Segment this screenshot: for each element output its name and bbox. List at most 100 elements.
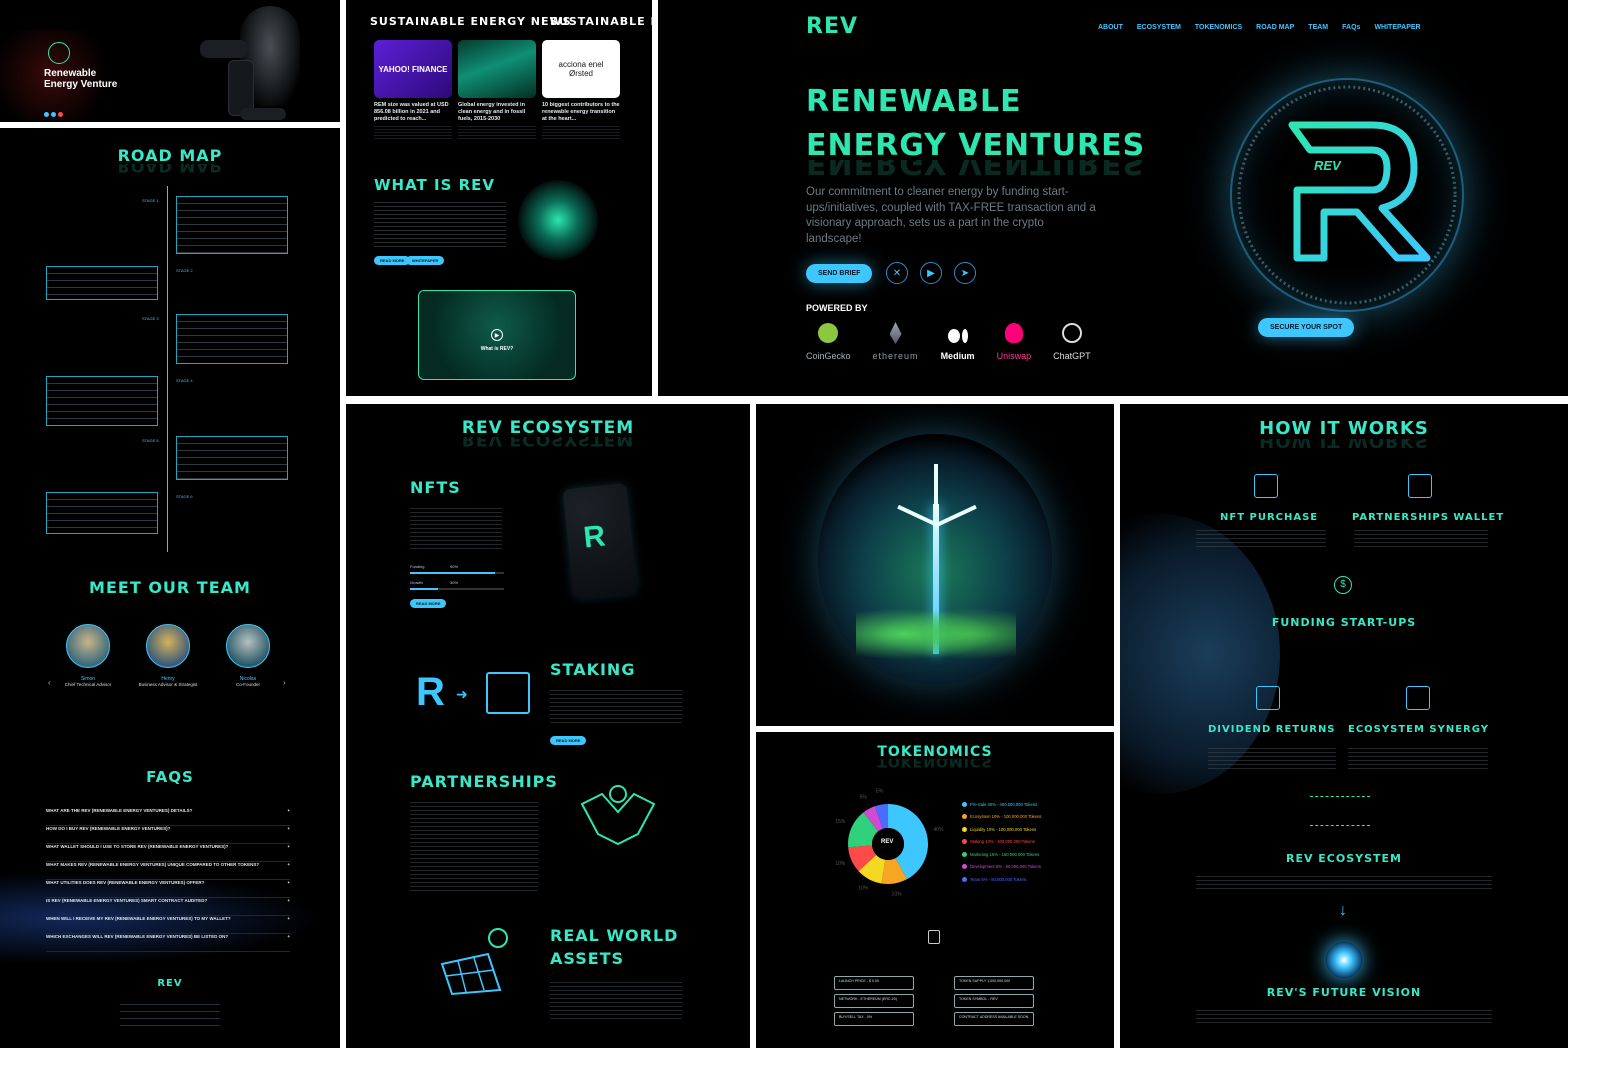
team-next-arrow[interactable]: › xyxy=(283,678,286,687)
mini-social-icons[interactable] xyxy=(44,112,63,117)
plus-icon[interactable]: + xyxy=(287,916,290,933)
plus-icon[interactable]: + xyxy=(287,934,290,951)
member-role: Chief Technical Advisor xyxy=(64,682,112,687)
nav-ecosystem[interactable]: ECOSYSTEM xyxy=(1137,24,1181,31)
nav-team[interactable]: TEAM xyxy=(1308,24,1328,31)
main-nav: ABOUT ECOSYSTEM TOKENOMICS ROAD MAP TEAM… xyxy=(1098,24,1421,31)
video-thumbnail[interactable]: ▶ What is REV? xyxy=(418,290,576,380)
send-brief-button[interactable]: SEND BRIEF xyxy=(806,264,873,283)
plus-icon[interactable]: + xyxy=(287,880,290,897)
ethereum-icon xyxy=(889,322,902,344)
rev-emblem: REV xyxy=(1232,80,1462,310)
mini-hero-title-1: Renewable xyxy=(44,68,97,79)
faq-item[interactable]: WHAT MAKES REV (RENEWABLE ENERGY VENTURE… xyxy=(46,862,290,880)
synergy-icon xyxy=(1406,686,1430,710)
stage-label: STAGE 2 xyxy=(176,268,193,273)
read-more-button[interactable]: READ MORE xyxy=(374,256,411,265)
funding-pct: 90% xyxy=(450,564,459,569)
faq-item[interactable]: WHEN WILL I RECEIVE MY REV (RENEWABLE EN… xyxy=(46,916,290,934)
nft-card: R xyxy=(562,482,638,600)
play-icon[interactable]: ▶ xyxy=(491,329,503,341)
uniswap-icon xyxy=(1004,323,1023,343)
secure-spot-button[interactable]: SECURE YOUR SPOT xyxy=(1258,318,1355,337)
telegram-icon[interactable]: ➤ xyxy=(954,262,976,284)
nav-about[interactable]: ABOUT xyxy=(1098,24,1123,31)
news-card[interactable]: acciona enel Ørsted 10 biggest contribut… xyxy=(542,40,620,141)
growth-pct: 30% xyxy=(450,580,459,585)
plus-icon[interactable]: + xyxy=(287,898,290,915)
pie-slice-label: 40% xyxy=(933,827,944,833)
nfts-body xyxy=(410,508,502,552)
legend-swatch xyxy=(962,814,967,820)
nav-roadmap[interactable]: ROAD MAP xyxy=(1256,24,1294,31)
info-box: TOKEN SUPPLY 1,000,000,000 xyxy=(954,976,1034,990)
handshake-icon xyxy=(578,784,658,854)
partner-uniswap[interactable]: Uniswap xyxy=(997,351,1032,361)
dividend-title: DIVIDEND RETURNS xyxy=(1208,724,1336,735)
info-box: TOKEN SYMBOL - REV xyxy=(954,994,1034,1008)
whitepaper-button[interactable]: WHITEPAPER xyxy=(406,256,445,265)
faq-item[interactable]: WHICH EXCHANGES WILL REV (RENEWABLE ENER… xyxy=(46,934,290,952)
team-prev-arrow[interactable]: ‹ xyxy=(48,678,51,687)
yahoo-image: YAHOO! FINANCE xyxy=(374,40,452,98)
partner-coingecko[interactable]: CoinGecko xyxy=(806,351,851,361)
mini-profile-card xyxy=(200,40,248,58)
news-card[interactable]: Global energy invested in clean energy a… xyxy=(458,40,536,141)
faq-item[interactable]: WHAT UTILITIES DOES REV (RENEWABLE ENERG… xyxy=(46,880,290,898)
partner-medium[interactable]: Medium xyxy=(941,351,975,361)
faq-item[interactable]: WHAT ARE THE REV (RENEWABLE ENERGY VENTU… xyxy=(46,808,290,826)
plus-icon[interactable]: + xyxy=(287,862,290,879)
growth-label: Growth xyxy=(410,580,423,585)
info-box: NETWORK - ETHEREUM (ERC-20) xyxy=(834,994,914,1008)
info-box: BUY/SELL TAX - 0% xyxy=(834,1012,914,1026)
nfts-read-more-button[interactable]: READ MORE xyxy=(410,599,447,608)
tokenomics-panel: TOKENOMICS TOKENOMICS 40% 10% 10% 10% 15% 5% 5… xyxy=(756,732,1114,1048)
how-it-works-panel: HOW IT WORKS HOW IT WORKS NFT PURCHASE P… xyxy=(1120,404,1568,1048)
faq-item[interactable]: IS REV (RENEWABLE ENERGY VENTURES) SMART… xyxy=(46,898,290,916)
pie-slice-label: 15% xyxy=(835,819,846,825)
nav-whitepaper[interactable]: WHITEPAPER xyxy=(1374,24,1420,31)
vision-orb xyxy=(1326,942,1362,978)
site-logo[interactable]: REV xyxy=(806,14,858,39)
legend-label: Team 5% - 50,000,000 Tokens xyxy=(970,876,1027,882)
partner-chatgpt[interactable]: ChatGPT xyxy=(1053,351,1091,361)
plus-icon[interactable]: + xyxy=(287,826,290,843)
x-twitter-icon[interactable]: ✕ xyxy=(886,262,908,284)
r-icon: R xyxy=(416,670,445,714)
nav-faqs[interactable]: FAQs xyxy=(1342,24,1360,31)
doc-icon[interactable] xyxy=(928,930,940,944)
faq-item[interactable]: HOW DO I BUY REV (RENEWABLE ENERGY VENTU… xyxy=(46,826,290,844)
hero-title-line1: RENEWABLE xyxy=(806,84,1022,119)
partner-ethereum[interactable]: ethereum xyxy=(873,351,919,361)
nft-purchase-title: NFT PURCHASE xyxy=(1220,512,1319,523)
staking-read-more-button[interactable]: READ MORE xyxy=(550,736,587,745)
stage-label: STAGE 5 xyxy=(142,438,159,443)
social-links: ✕ ▶ ➤ xyxy=(886,262,976,284)
plus-icon[interactable]: + xyxy=(287,808,290,825)
youtube-icon[interactable]: ▶ xyxy=(920,262,942,284)
nav-tokenomics[interactable]: TOKENOMICS xyxy=(1195,24,1242,31)
powered-by-label: POWERED BY xyxy=(806,303,868,313)
vision-body xyxy=(1196,1010,1492,1024)
wallet-body xyxy=(1354,530,1488,550)
faq-title: FAQs xyxy=(146,768,194,786)
faq-item[interactable]: WHAT WALLET SHOULD I USE TO STORE REV (R… xyxy=(46,844,290,862)
pie-slice-label: 10% xyxy=(858,886,869,892)
legend-swatch xyxy=(962,876,967,882)
avatar xyxy=(146,624,190,668)
faq-question: WHAT MAKES REV (RENEWABLE ENERGY VENTURE… xyxy=(46,862,260,867)
partnerships-body xyxy=(410,802,538,892)
hero-mini-panel: Renewable Energy Venture xyxy=(0,0,340,122)
funding-label: Funding xyxy=(410,564,425,569)
rev-r-logo-icon xyxy=(1237,85,1457,305)
news-card[interactable]: YAHOO! FINANCE REM size was valued at US… xyxy=(374,40,452,141)
footer-logo[interactable]: REV xyxy=(0,978,340,989)
staking-graphic: R ➜ xyxy=(416,666,536,726)
plus-icon[interactable]: + xyxy=(287,844,290,861)
emblem-text: REV xyxy=(1314,158,1341,173)
mini-hero-title-2: Energy Venture xyxy=(44,79,118,90)
pie-slice-label: 5% xyxy=(876,789,884,795)
roadmap-title-reflection: ROAD MAP xyxy=(117,164,223,176)
faq-question: WHAT WALLET SHOULD I USE TO STORE REV (R… xyxy=(46,844,229,849)
funding-title: FUNDING START-UPS xyxy=(1271,616,1417,629)
